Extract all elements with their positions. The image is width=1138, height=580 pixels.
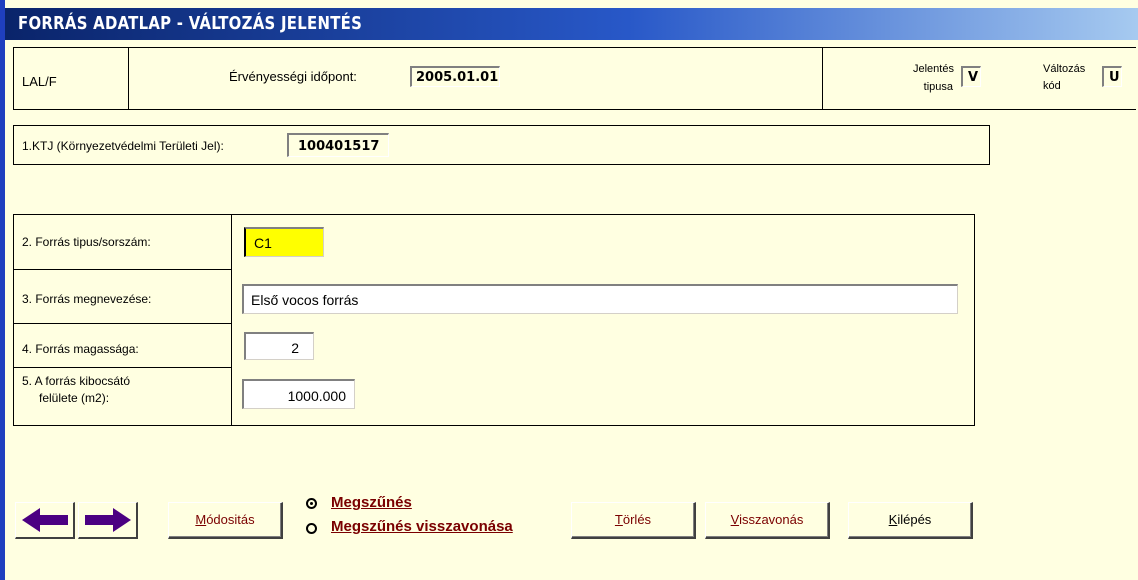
- radio2-label: egszűnés visszavonása: [343, 518, 513, 535]
- delete-accel: T: [614, 512, 623, 527]
- modify-accel: M: [195, 512, 207, 527]
- radio2-accel: M: [331, 518, 344, 535]
- surface-label-1: 5. A forrás kibocsátó: [22, 374, 131, 388]
- form-code: LAL/F: [22, 74, 57, 89]
- radio-unselected-icon: [306, 523, 317, 534]
- form-table-hline-1: [13, 269, 232, 270]
- height-label: 4. Forrás magassága:: [22, 342, 139, 356]
- surface-label-2: felülete (m2):: [39, 391, 110, 405]
- height-input[interactable]: 2: [244, 332, 314, 360]
- ktj-value: 100401517: [287, 133, 389, 157]
- change-code-label-1: Változás: [1043, 63, 1086, 75]
- revoke-button[interactable]: Visszavonás: [705, 502, 830, 539]
- surface-input[interactable]: 1000.000: [242, 379, 355, 409]
- form-table-hline-2: [13, 323, 232, 324]
- radio-megszunes-visszavonasa[interactable]: Megszűnés visszavonása: [306, 518, 566, 540]
- left-arrow-icon: [22, 508, 68, 535]
- window-title: FORRÁS ADATLAP - VÁLTOZÁS JELENTÉS: [18, 13, 363, 34]
- report-type-label-2: tipusa: [923, 81, 953, 93]
- report-type-label-1: Jelentés: [913, 63, 954, 75]
- delete-button[interactable]: Törlés: [571, 502, 696, 539]
- revoke-label: isszavonás: [739, 512, 804, 527]
- type-input[interactable]: C1: [244, 227, 324, 257]
- radio1-label: egszűnés: [343, 494, 412, 511]
- change-code-label-2: kód: [1043, 80, 1061, 92]
- header-divider-2: [822, 47, 823, 110]
- window-left-border: [0, 0, 5, 580]
- delete-label: örlés: [622, 512, 652, 527]
- form-table-vline: [231, 214, 232, 426]
- header-divider-1: [128, 47, 129, 110]
- modify-button[interactable]: Módositás: [168, 502, 283, 539]
- name-input[interactable]: Első vocos forrás: [242, 284, 958, 314]
- change-code-value: U: [1102, 66, 1122, 87]
- radio-selected-icon: [306, 498, 317, 509]
- radio-megszunes[interactable]: Megszűnés: [306, 494, 506, 514]
- validity-value: 2005.01.01: [410, 66, 500, 87]
- type-label: 2. Forrás tipus/sorszám:: [22, 235, 151, 249]
- exit-label: ilépés: [897, 512, 932, 527]
- revoke-accel: V: [730, 512, 740, 527]
- form-table: [13, 214, 975, 426]
- name-label: 3. Forrás megnevezése:: [22, 292, 152, 306]
- right-arrow-icon: [85, 508, 131, 535]
- form-table-hline-3: [13, 367, 232, 368]
- report-type-value: V: [961, 66, 981, 87]
- exit-button[interactable]: Kilépés: [848, 502, 973, 539]
- radio1-accel: M: [331, 494, 344, 511]
- modify-label: ódositás: [206, 512, 255, 527]
- next-button[interactable]: [78, 502, 138, 539]
- validity-label: Érvényességi időpont:: [229, 69, 357, 84]
- ktj-label: 1.KTJ (Környezetvédelmi Területi Jel):: [22, 139, 224, 153]
- prev-button[interactable]: [15, 502, 75, 539]
